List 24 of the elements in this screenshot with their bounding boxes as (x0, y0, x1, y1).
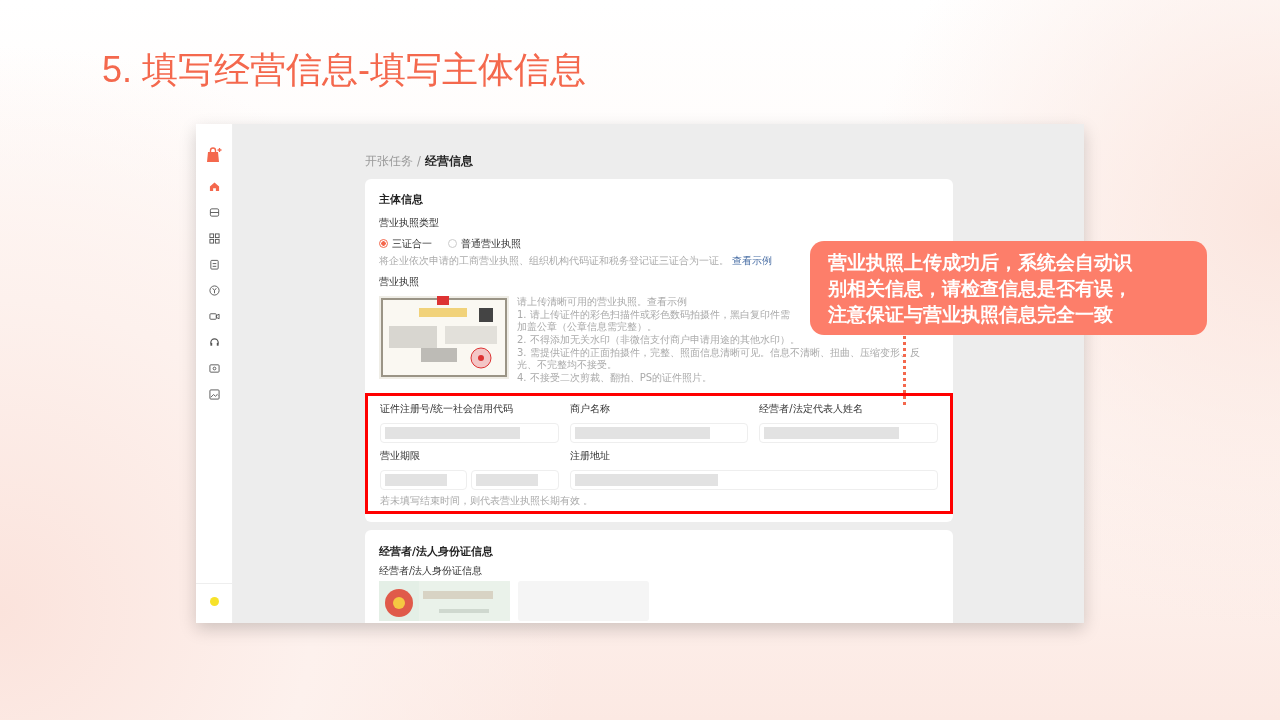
radio-label: 普通营业执照 (461, 237, 521, 250)
field-label: 经营者/法定代表人姓名 (759, 402, 863, 415)
field-label: 注册地址 (569, 449, 610, 462)
radio-option[interactable]: 三证合一 (379, 237, 432, 250)
field-label: 经营者/法人身份证信息 (379, 563, 483, 577)
example-link[interactable]: 查看示例 (732, 255, 773, 266)
radio-option[interactable]: 普通营业执照 (448, 237, 521, 250)
field-label: 证件注册号/统一社会信用代码 (380, 402, 514, 415)
guidance-text: 3. 需提供证件的正面拍摄件，完整、照面信息清晰可见。信息不清晰、扭曲、压缩变形、反光、不完整均不接受。 (517, 347, 921, 371)
field-label: 营业期限 (380, 449, 420, 462)
callout: 营业执照上传成功后，系统会自动识别相关信息，请检查信息是否有误，注意保证与营业执照信息完全一致 (810, 241, 1207, 335)
field-label: 营业执照 (379, 275, 419, 288)
guidance-text: 2. 不得添加无关水印（非微信支付商户申请用途的其他水印）。 (517, 334, 801, 346)
section-title: 主体信息 (379, 192, 423, 208)
guidance-text: 请上传清晰可用的营业执照。查看示例 (517, 296, 688, 308)
radio-label: 三证合一 (392, 237, 432, 250)
slide-title: 5. 填写经营信息-填写主体信息 (101, 48, 587, 92)
field-label: 商户名称 (569, 402, 610, 415)
breadcrumb-separator: / (417, 153, 421, 170)
guidance-text: 1. 请上传证件的彩色扫描件或彩色数码拍摄件，黑白复印件需加盖公章（公章信息需完整）。 (517, 309, 791, 333)
breadcrumb-current: 经营信息 (424, 153, 473, 170)
field-label: 营业执照类型 (379, 216, 439, 229)
section-title: 经营者/法人身份证信息 (379, 544, 493, 559)
hint-text: 若未填写结束时间，则代表营业执照长期有效 。 (380, 494, 595, 507)
